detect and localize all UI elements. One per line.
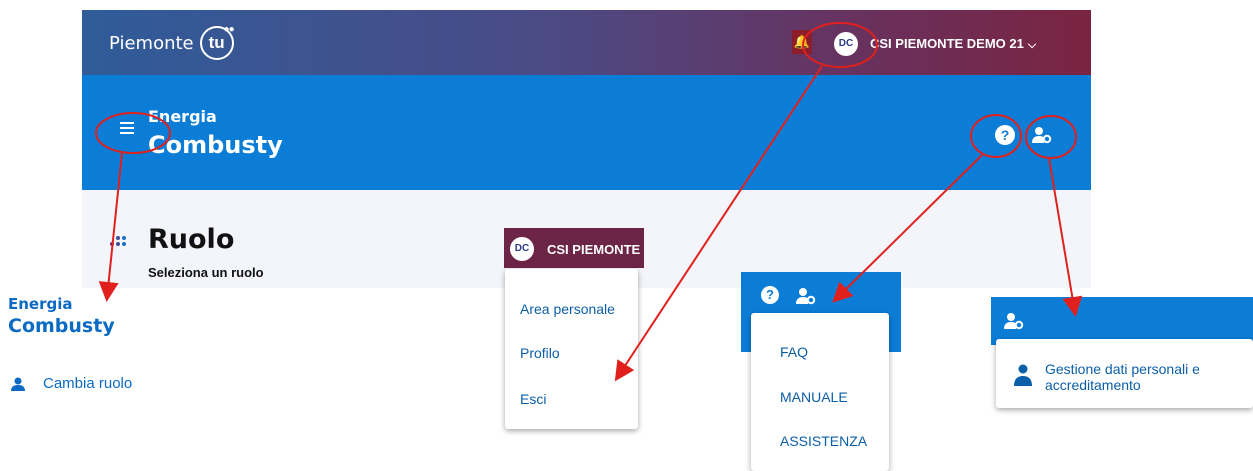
profile-menu-header [991, 297, 1253, 345]
side-menu-item-cambia-ruolo[interactable]: Cambia ruolo [11, 375, 211, 392]
page-subtitle: Seleziona un ruolo [148, 265, 264, 280]
menu-item-profilo[interactable]: Profilo [520, 345, 560, 361]
question-circle-icon[interactable]: ? [761, 286, 779, 304]
top-header-bar: Piemonte tu ●● 🔔 DC CSI PIEMONTE DEMO 21… [82, 10, 1091, 75]
profile-dropdown-menu: Gestione dati personali e accreditamento [996, 339, 1253, 408]
menu-item-manuale[interactable]: MANUALE [780, 389, 848, 405]
side-menu-app-name: Combusty [8, 315, 115, 337]
user-cog-icon[interactable] [1032, 126, 1052, 144]
app-category: Energia [148, 107, 217, 126]
page-title: Ruolo [148, 224, 235, 255]
app-bar: Energia Combusty ? [82, 75, 1091, 190]
user-menu-name: CSI PIEMONTE [547, 242, 641, 257]
user-menu-toggle[interactable]: CSI PIEMONTE DEMO 21 ⌵ [870, 36, 1036, 52]
app-name: Combusty [148, 131, 283, 159]
hamburger-icon[interactable] [120, 122, 134, 136]
menu-item-faq[interactable]: FAQ [780, 344, 808, 360]
user-icon [11, 377, 25, 391]
menu-item-area-personale[interactable]: Area personale [520, 301, 615, 317]
side-menu-category: Energia [8, 295, 73, 313]
user-icon [1014, 364, 1032, 386]
chevron-down-icon: ⌵ [1027, 39, 1037, 51]
menu-item-assistenza[interactable]: ASSISTENZA [780, 433, 867, 449]
menu-item-gestione-dati[interactable]: Gestione dati personali e accreditamento [1045, 361, 1245, 393]
user-avatar[interactable]: DC [834, 32, 858, 56]
role-dots-icon [110, 236, 126, 246]
logo-dots-icon: ●● [223, 24, 235, 35]
user-dropdown-menu: Area personale Profilo Esci [505, 269, 638, 429]
side-menu-panel: Energia Combusty Cambia ruolo [8, 295, 132, 392]
user-cog-icon[interactable] [796, 287, 816, 305]
user-avatar: DC [510, 237, 534, 261]
user-cog-icon[interactable] [1004, 312, 1024, 330]
piemonte-tu-logo[interactable]: Piemonte tu ●● [109, 24, 235, 60]
tu-logo-mark: tu ●● [199, 24, 235, 60]
help-dropdown-menu: FAQ MANUALE ASSISTENZA [751, 313, 889, 471]
user-menu-header: DC CSI PIEMONTE [504, 228, 644, 268]
menu-item-esci[interactable]: Esci [520, 391, 546, 407]
question-circle-icon[interactable]: ? [995, 125, 1015, 145]
bell-icon[interactable]: 🔔 [792, 30, 812, 54]
